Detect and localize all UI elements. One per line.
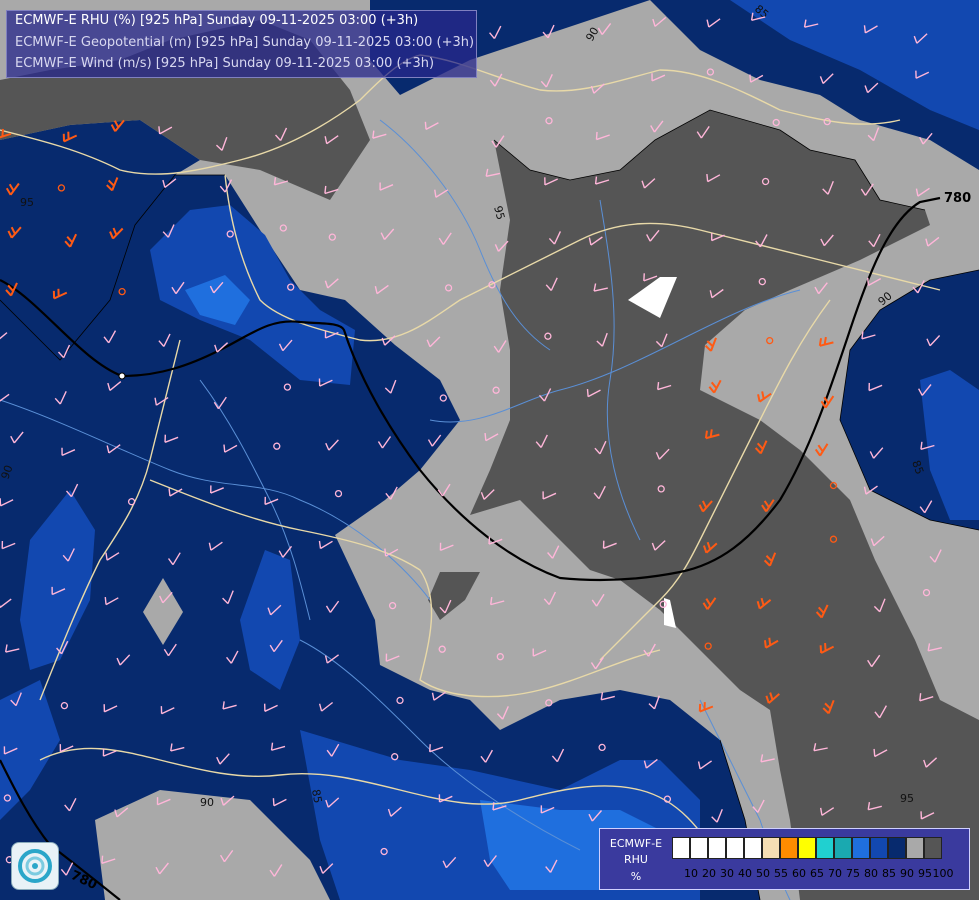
title-wind: ECMWF-E Wind (m/s) [925 hPa] Sunday 09-1… <box>15 56 435 71</box>
rh-fill-layer <box>0 0 979 900</box>
wind-barb <box>543 591 557 606</box>
wind-barb <box>814 443 829 457</box>
wind-barb <box>489 596 505 606</box>
wind-barb <box>492 386 500 394</box>
legend-swatch <box>672 837 690 859</box>
wind-barb <box>485 168 501 177</box>
legend-swatch <box>924 837 942 859</box>
contour-label-85: 85 <box>309 788 324 804</box>
legend-swatch <box>744 837 762 859</box>
wind-barb <box>372 130 387 139</box>
wind-barb <box>766 336 774 345</box>
title-rhu: ECMWF-E RHU (%) [925 hPa] Sunday 09-11-2… <box>15 13 419 28</box>
legend-swatch <box>780 837 798 859</box>
wind-barb <box>439 542 454 551</box>
wind-barb <box>328 233 336 241</box>
legend-swatch <box>906 837 924 859</box>
wind-barb <box>496 706 509 720</box>
legend-swatch <box>816 837 834 859</box>
wind-barb <box>922 588 931 597</box>
wind-barb <box>324 278 339 289</box>
wind-barb <box>384 548 399 557</box>
wind-barb <box>927 643 942 652</box>
wind-barb <box>650 120 664 133</box>
legend-title-variable: RHU <box>624 853 648 866</box>
legend-swatch <box>888 837 906 859</box>
map-title-box: ECMWF-E RHU (%) [925 hPa] Sunday 09-11-2… <box>6 10 477 78</box>
wind-barb <box>595 131 610 141</box>
legend-swatch <box>726 837 744 859</box>
wind-barb <box>870 535 885 547</box>
legend-swatch <box>834 837 852 859</box>
wind-barb <box>698 702 714 713</box>
wind-barb <box>547 545 560 559</box>
wind-barb <box>424 121 439 130</box>
wind-barb <box>388 601 397 610</box>
geopotential-label-780: 780 <box>944 191 971 206</box>
wind-barb <box>385 653 400 662</box>
wind-barb <box>496 653 504 661</box>
wind-barb <box>814 282 828 295</box>
wind-barb <box>820 395 835 409</box>
weather-map: 95 95 95 90 85 85 90 85 95 90 90 90 85 7… <box>0 0 979 900</box>
legend-swatch <box>762 837 780 859</box>
wind-barb <box>494 240 509 252</box>
wind-barb <box>757 391 772 403</box>
legend-swatch <box>870 837 888 859</box>
wind-barb <box>591 593 605 607</box>
wind-barb <box>434 189 449 198</box>
wind-barb <box>484 433 499 442</box>
wind-barb <box>426 336 441 348</box>
wind-barb <box>706 68 715 76</box>
ecmwf-logo <box>11 842 59 890</box>
wind-barb <box>438 232 452 245</box>
wind-barb <box>489 73 503 87</box>
wind-barb <box>444 284 453 292</box>
contour-label-95: 95 <box>20 196 34 209</box>
rh-legend: ECMWF-E RHU % 10 20 30 40 50 55 60 65 70 75 80 85 90… <box>599 828 970 890</box>
geopotential-marker <box>118 372 126 380</box>
wind-barb <box>590 656 604 670</box>
legend-swatch <box>690 837 708 859</box>
swirl-icon <box>18 849 52 883</box>
wind-barb <box>545 117 553 125</box>
legend-swatch <box>852 837 870 859</box>
wind-barb <box>488 536 503 545</box>
legend-swatch <box>798 837 816 859</box>
contour-label-90: 90 <box>583 25 601 44</box>
wind-barb <box>915 187 930 197</box>
wind-barb <box>532 648 547 657</box>
wind-barb <box>760 754 775 763</box>
legend-title-model: ECMWF-E <box>609 837 663 850</box>
wind-barb <box>380 228 395 241</box>
contour-label-95: 95 <box>491 204 507 221</box>
wind-barb <box>752 799 765 813</box>
rh-region-100-small <box>428 572 480 620</box>
wind-barb <box>540 74 553 88</box>
wind-barb <box>379 182 394 191</box>
legend-title-unit: % <box>630 870 642 883</box>
wind-barb <box>823 117 831 126</box>
legend-tick-label: 100 <box>932 867 954 880</box>
wind-barb <box>652 16 667 27</box>
wind-barb <box>437 483 451 497</box>
wind-barb <box>708 379 722 394</box>
contour-label-95: 95 <box>900 792 914 805</box>
wind-barb <box>867 127 880 142</box>
wind-barb <box>491 135 505 148</box>
wind-barb <box>929 549 942 563</box>
wind-barb <box>438 645 446 653</box>
wind-barb <box>772 118 780 127</box>
wind-barb <box>493 340 507 353</box>
wind-barb <box>279 224 287 232</box>
contour-label-90: 90 <box>200 796 214 809</box>
title-geopotential: ECMWF-E Geopotential (m) [925 hPa] Sunda… <box>15 35 475 50</box>
wind-barb <box>925 236 940 247</box>
wind-barb <box>374 284 389 295</box>
legend-swatch <box>708 837 726 859</box>
wind-barb <box>818 336 834 347</box>
